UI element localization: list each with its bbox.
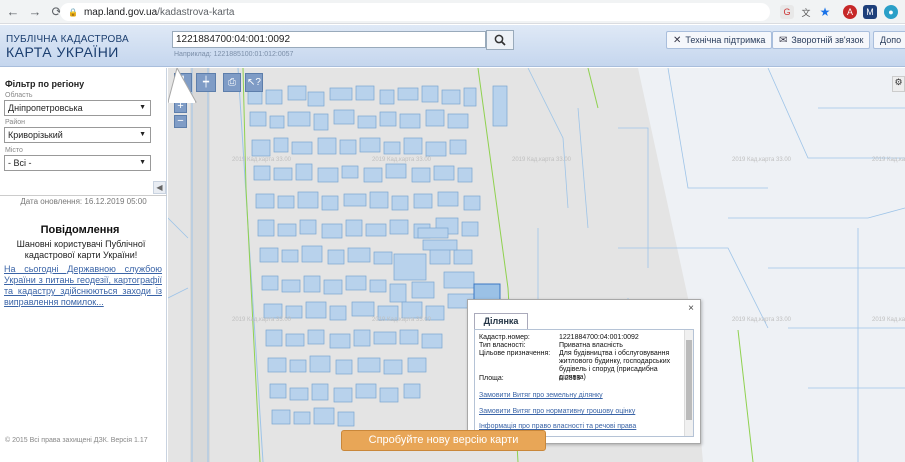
collapse-sidebar-button[interactable]: ◀	[153, 181, 166, 194]
url-path: /kadastrova-karta	[157, 6, 235, 18]
map-canvas[interactable]: 2019 Кад.карта 33.00 2019 Кад.карта 33.0…	[168, 68, 905, 462]
extension-icon[interactable]: G	[780, 5, 794, 19]
help-button[interactable]: Допо	[873, 31, 905, 49]
watermark: 2019 Кад.карта 33.00	[872, 317, 905, 323]
misto-value: - Всі -	[8, 158, 32, 168]
cursor-question-icon: ↖?	[247, 77, 261, 88]
site-header: ПУБЛІЧНА КАДАСТРОВА КАРТА УКРАЇНИ 122188…	[0, 25, 905, 67]
oblast-label: Область	[5, 92, 33, 99]
property-rights-link[interactable]: Інформація про право власності та речові…	[479, 423, 636, 430]
ms-extension-icon[interactable]: M	[863, 5, 877, 19]
watermark: 2019 Кад.карта 33.00	[232, 317, 292, 323]
popup-pointer	[168, 68, 197, 103]
copyright: © 2015 Всі права захищені ДЗК. Версія 1.…	[5, 437, 148, 444]
url-host: map.land.gov.ua	[83, 6, 158, 18]
gear-icon[interactable]: ⚙	[892, 76, 905, 92]
watermark: 2019 Кад.карта 33.00	[872, 157, 905, 163]
watermark: 2019 Кад.карта 33.00	[732, 317, 792, 323]
support-button[interactable]: ✕ Технічна підтримка	[666, 31, 773, 49]
browser-toolbar: ← → ⟳ 🔒 map.land.gov.ua/kadastrova-karta…	[0, 0, 905, 24]
oblast-value: Дніпропетровська	[8, 103, 83, 113]
shield-extension-icon[interactable]: A	[843, 5, 857, 19]
notice-text: Шановні користувачі Публічної кадастрово…	[16, 239, 146, 260]
search-hint: Наприклад: 1221885100:01:012:0057	[174, 51, 294, 58]
profile-avatar-icon[interactable]: ●	[884, 5, 898, 19]
order-extract-link[interactable]: Замовити Витяг про земельну ділянку	[479, 392, 603, 399]
parcel-popup: × Ділянка Кадастр.номер: 1221884700:04:00…	[467, 299, 701, 444]
raion-value: Криворізький	[8, 130, 63, 140]
tab-parcel[interactable]: Ділянка	[474, 313, 528, 329]
info-tool-button[interactable]: ↖?	[245, 73, 263, 92]
feedback-label: Зворотній зв'язок	[791, 35, 864, 45]
parcel-info: Кадастр.номер: 1221884700:04:001:0092 Тип…	[474, 329, 694, 437]
watermark: 2019 Кад.карта 33.00	[732, 157, 792, 163]
tools-icon: ✕	[673, 34, 682, 46]
sidebar: Фільтр по регіону Область Дніпропетровсь…	[0, 68, 167, 462]
star-icon[interactable]: ★	[818, 5, 832, 19]
watermark: 2019 Кад.карта 33.00	[372, 157, 432, 163]
cadastral-search-input[interactable]: 1221884700:04:001:0092	[172, 31, 486, 48]
dropdown-arrow-icon: ▼	[139, 131, 146, 138]
watermark: 2019 Кад.карта 33.00	[232, 157, 292, 163]
forward-icon[interactable]: →	[26, 3, 44, 21]
info-row: Площа: 0.2513	[479, 375, 581, 382]
raion-select[interactable]: Криворізький ▼	[4, 127, 151, 143]
misto-select[interactable]: - Всі - ▼	[4, 155, 151, 171]
search-icon	[494, 34, 506, 46]
watermark: 2019 Кад.карта 33.00	[512, 157, 572, 163]
misto-label: Місто	[5, 147, 23, 154]
raion-label: Район	[5, 119, 25, 126]
support-label: Технічна підтримка	[685, 35, 766, 45]
notice-link[interactable]: На сьогодні Державною службою України з …	[4, 264, 162, 308]
help-label: Допо	[880, 35, 902, 45]
print-icon: ⎙	[228, 77, 236, 88]
feedback-button[interactable]: ✉ Зворотній зв'язок	[772, 31, 871, 49]
filter-title: Фільтр по регіону	[5, 79, 85, 89]
info-row: Кадастр.номер: 1221884700:04:001:0092	[479, 334, 639, 341]
update-date: Дата оновлення: 16.12.2019 05:00	[0, 195, 167, 206]
dropdown-arrow-icon: ▼	[139, 104, 146, 111]
lock-icon: 🔒	[68, 7, 78, 17]
envelope-icon: ✉	[779, 34, 788, 46]
print-button[interactable]: ⎙	[223, 73, 241, 92]
info-row: Тип власності: Приватна власність	[479, 342, 623, 349]
notice-title: Повідомлення	[40, 224, 120, 236]
scrollbar-thumb[interactable]	[686, 340, 692, 420]
zoom-out-button[interactable]: −	[174, 115, 187, 128]
search-button[interactable]	[486, 30, 514, 50]
new-version-button[interactable]: Спробуйте нову версію карти	[341, 430, 546, 451]
oblast-select[interactable]: Дніпропетровська ▼	[4, 100, 151, 116]
close-icon[interactable]: ×	[688, 303, 694, 314]
translate-icon[interactable]: 文	[799, 5, 813, 19]
address-bar[interactable]: 🔒 map.land.gov.ua/kadastrova-karta	[60, 3, 770, 21]
order-normative-link[interactable]: Замовити Витяг про нормативну грошову оц…	[479, 408, 635, 415]
logo-line2: КАРТА УКРАЇНИ	[6, 44, 119, 60]
back-icon[interactable]: ←	[4, 3, 22, 21]
dropdown-arrow-icon: ▼	[139, 159, 146, 166]
popup-scrollbar[interactable]	[684, 330, 693, 436]
watermark: 2019 Кад.карта 33.00	[372, 317, 432, 323]
